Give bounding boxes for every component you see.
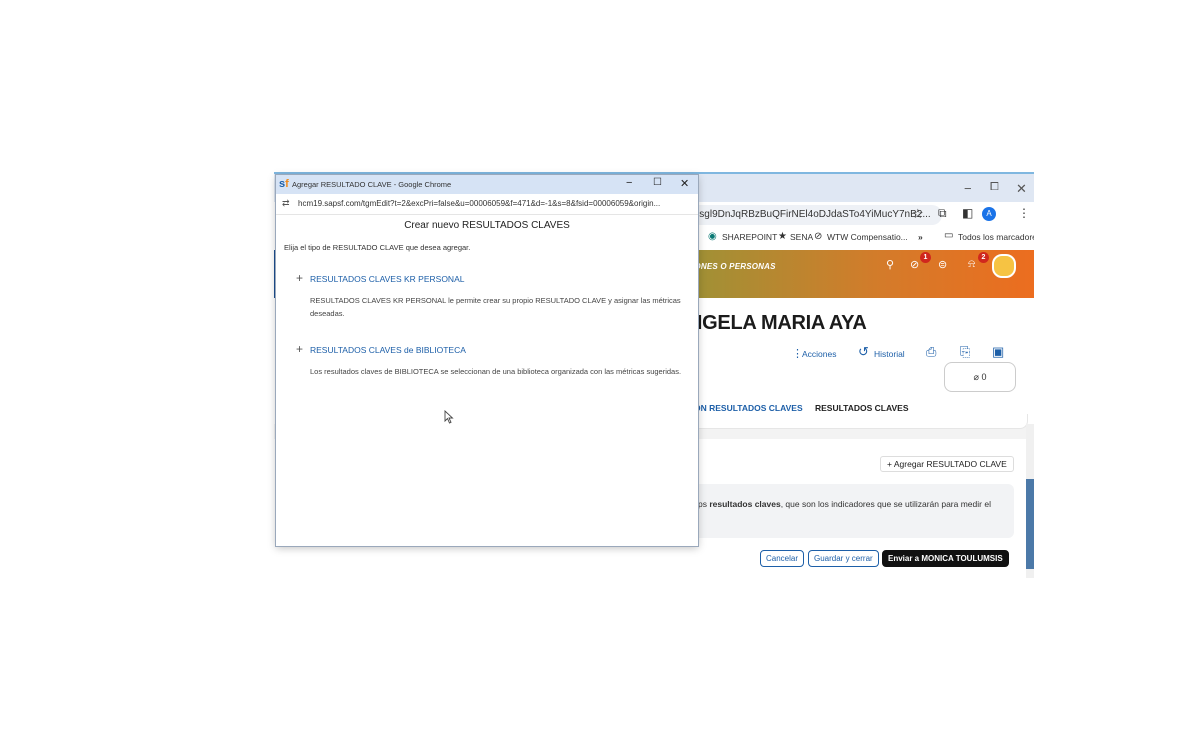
actions-button[interactable]: Acciones [802,349,837,359]
scrollbar-thumb[interactable] [1026,479,1034,569]
todo-icon[interactable]: ⊘ [910,258,919,271]
add-document-icon[interactable]: ⎘ [960,344,970,360]
print-icon[interactable]: ⎙ [926,344,936,360]
mouse-cursor-icon [444,410,454,424]
sharepoint-icon: ◉ [708,231,717,242]
more-menu-icon[interactable]: ⋮ [1018,206,1030,220]
option-library-link[interactable]: RESULTADOS CLAVES de BIBLIOTECA [310,345,466,355]
attachment-icon: ⌀ [973,372,979,382]
attachments-count: 0 [981,372,987,382]
save-icon[interactable]: ▣ [992,344,1004,360]
bookmark-sharepoint[interactable]: SHAREPOINT [722,232,777,242]
employee-name: NGELA MARIA AYA [688,312,867,334]
bell-icon[interactable]: ⍾ [968,258,975,271]
save-and-close-button[interactable]: Guardar y cerrar [808,550,879,567]
notification-badge: 2 [978,252,989,263]
bookmark-sena[interactable]: SENA [790,232,813,242]
add-key-result-button[interactable]: + Agregar RESULTADO CLAVE [880,456,1014,472]
sena-icon: ★ [778,231,787,242]
extensions-icon[interactable]: ⧉ [938,206,947,221]
search-icon[interactable]: ⚲ [886,258,894,271]
folder-icon: ▭ [944,230,954,241]
previous-card [684,414,1028,429]
popup-address-row: ⇄ hcm19.sapsf.com/tgmEdit?t=2&excPri=fal… [276,194,698,215]
bookmark-star-icon[interactable]: ☆ [912,206,924,222]
chat-icon[interactable]: ⊜ [938,258,947,271]
send-button[interactable]: Enviar a MONICA TOULUMSIS [882,550,1009,567]
todo-badge: 1 [920,252,931,263]
banner-search-text[interactable]: IONES O PERSONAS [692,262,776,271]
maximize-button[interactable]: ⧠ [990,181,999,194]
plus-icon[interactable]: + [296,342,303,356]
address-bar[interactable]: crb=8sgl9DnJqRBzBuQFirNEl4oDJdaSTo4YiMuc… [664,205,942,225]
plus-icon[interactable]: + [296,271,303,285]
plus-icon: + [887,459,894,469]
attachments-button[interactable]: ⌀ 0 [944,362,1016,392]
popup-url[interactable]: hcm19.sapsf.com/tgmEdit?t=2&excPri=false… [298,199,694,208]
popup-title: Agregar RESULTADO CLAVE - Google Chrome [292,180,452,189]
history-icon[interactable]: ↺ [858,344,869,360]
cancel-button[interactable]: Cancelar [760,550,805,567]
description-box [686,484,1014,538]
popup-maximize-button[interactable]: ☐ [653,177,662,188]
popup-minimize-button[interactable]: − [626,177,632,189]
option-kr-personal-link[interactable]: RESULTADOS CLAVES KR PERSONAL [310,274,464,284]
popup-title-bar: sf Agregar RESULTADO CLAVE - Google Chro… [276,175,698,194]
option-library-description: Los resultados claves de BIBLIOTECA se s… [310,367,682,376]
sf-logo-icon: sf [279,178,289,190]
all-bookmarks-button[interactable]: Todos los marcadores [958,232,1034,242]
bookmark-wtw[interactable]: WTW Compensatio... [827,232,908,242]
popup-close-button[interactable]: ✕ [680,177,689,190]
history-button[interactable]: Historial [874,349,905,359]
popup-instruction: Elija el tipo de RESULTADO CLAVE que des… [284,243,471,252]
popup-heading: Crear nuevo RESULTADOS CLAVES [404,220,570,231]
tab-key-results[interactable]: RESULTADOS CLAVES [815,403,909,413]
side-panel-icon[interactable]: ◧ [962,206,973,220]
minimize-button[interactable]: − [964,181,972,196]
user-avatar[interactable] [992,254,1016,278]
globe-icon: ⊘ [814,231,823,242]
profile-avatar-icon[interactable]: A [982,207,996,221]
option-kr-personal-description: RESULTADOS CLAVES KR PERSONAL le permite… [310,296,681,318]
popup-window: sf Agregar RESULTADO CLAVE - Google Chro… [276,175,698,546]
close-button[interactable]: ✕ [1016,181,1027,197]
description-text: ps resultados claves, que son los indica… [698,499,991,509]
more-bookmarks-button[interactable]: » [918,232,923,242]
site-settings-icon[interactable]: ⇄ [282,198,290,209]
